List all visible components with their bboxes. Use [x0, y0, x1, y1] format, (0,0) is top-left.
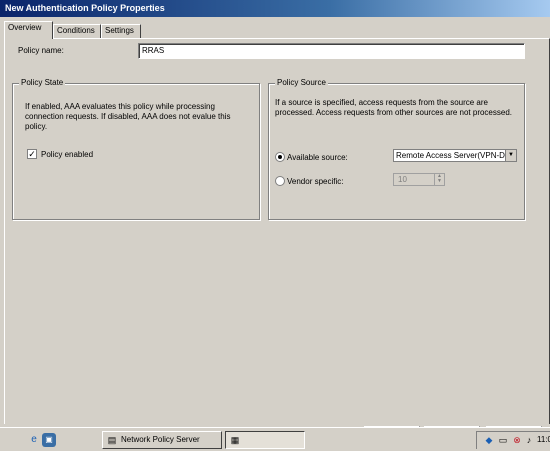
policy-name-label: Policy name:: [18, 46, 64, 55]
show-desktop-icon[interactable]: ▣: [42, 433, 56, 447]
available-source-dropdown[interactable]: Remote Access Server(VPN-D ▼: [393, 149, 517, 162]
policy-state-legend: Policy State: [19, 78, 66, 87]
policy-state-description: If enabled, AAA evaluates this policy wh…: [25, 102, 231, 131]
clock: 11:0: [537, 435, 550, 444]
taskbar-button-active-window[interactable]: ▦: [225, 431, 305, 449]
policy-name-input[interactable]: RRAS: [138, 43, 525, 59]
task-label: Network Policy Server: [121, 435, 200, 444]
available-source-label: Available source:: [287, 153, 348, 162]
policy-source-group: Policy Source If a source is specified, …: [268, 78, 525, 220]
taskbar: e ▣ ▤ Network Policy Server ▦ ◆ ▭ ⊗ ♪ 11…: [0, 427, 550, 451]
volume-icon[interactable]: ♪: [523, 434, 535, 446]
tab-conditions[interactable]: Conditions: [53, 24, 101, 38]
vendor-specific-spinner: 10 ▲ ▼: [393, 173, 445, 186]
system-tray: ◆ ▭ ⊗ ♪ 11:0: [476, 431, 550, 449]
security-alert-icon[interactable]: ⊗: [511, 434, 523, 446]
vendor-specific-value: 10: [398, 175, 407, 184]
available-source-radio[interactable]: [275, 152, 285, 162]
window-title: New Authentication Policy Properties: [5, 3, 165, 13]
spinner-arrows-icon: ▲ ▼: [434, 174, 444, 185]
network-icon[interactable]: ◆: [483, 434, 495, 446]
title-bar: New Authentication Policy Properties: [0, 0, 550, 17]
chevron-down-icon[interactable]: ▼: [505, 150, 516, 161]
tab-settings[interactable]: Settings: [101, 24, 141, 38]
server-icon: ▦: [230, 435, 240, 445]
policy-source-description: If a source is specified, access request…: [275, 98, 513, 117]
policy-state-group: Policy State If enabled, AAA evaluates t…: [12, 78, 260, 220]
taskbar-button-network-policy-server[interactable]: ▤ Network Policy Server: [102, 431, 222, 449]
monitor-icon[interactable]: ▭: [497, 434, 509, 446]
policy-enabled-checkbox[interactable]: ✓: [27, 149, 37, 159]
vendor-specific-label: Vendor specific:: [287, 177, 344, 186]
network-policy-server-icon: ▤: [107, 435, 117, 445]
vendor-specific-radio[interactable]: [275, 176, 285, 186]
internet-explorer-icon[interactable]: e: [27, 433, 41, 447]
policy-enabled-label: Policy enabled: [41, 150, 94, 159]
available-source-value: Remote Access Server(VPN-D: [396, 151, 505, 160]
tab-overview[interactable]: Overview: [4, 21, 53, 39]
policy-source-legend: Policy Source: [275, 78, 328, 87]
